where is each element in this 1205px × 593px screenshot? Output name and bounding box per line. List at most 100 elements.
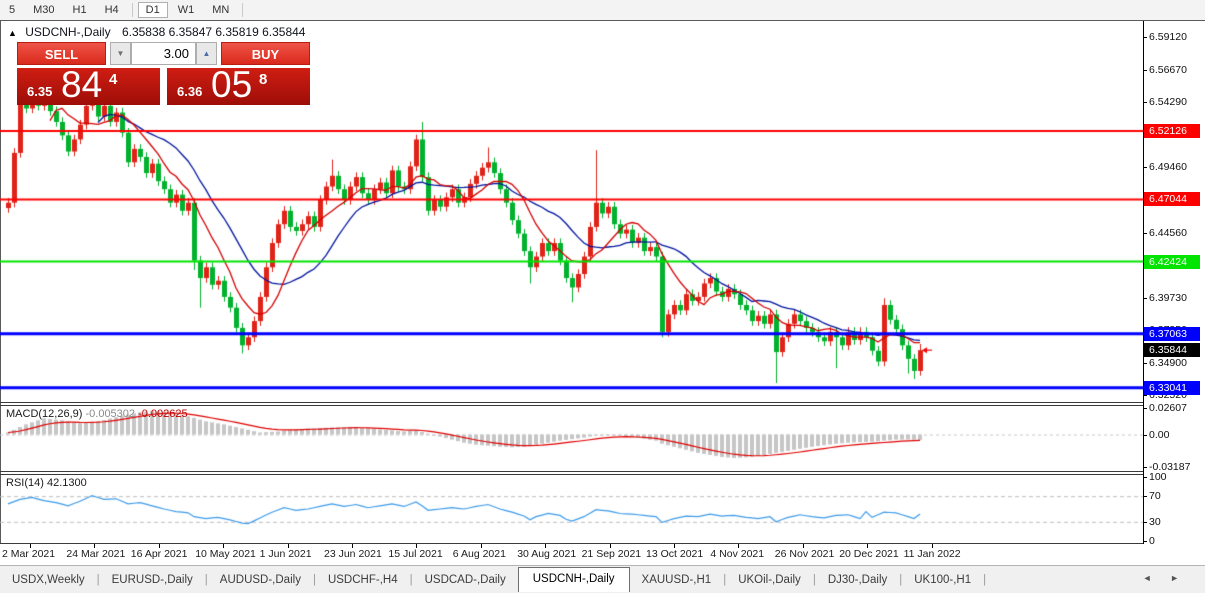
price-tick-mark [1143, 298, 1147, 299]
volume-input[interactable]: 3.00 [131, 42, 196, 65]
price-tick-label: 6.59120 [1149, 31, 1187, 43]
sell-price-pips: 84 [61, 64, 102, 106]
rsi-tick-label: 30 [1149, 516, 1161, 528]
tab-ukoil[interactable]: UKOil-,Daily [726, 569, 813, 591]
timeframe-toolbar: 5M30H1H4 D1W1MN [0, 0, 1205, 21]
date-label: 4 Nov 2021 [710, 548, 764, 560]
panel-separator[interactable] [0, 474, 1143, 475]
timeframe-button-d1[interactable]: D1 [138, 2, 168, 18]
tab-eurusd[interactable]: EURUSD-,Daily [100, 569, 205, 591]
chart-frame-top [0, 20, 1205, 21]
hline-price-tag[interactable]: 6.37063 [1144, 327, 1200, 341]
buy-price-pips: 05 [211, 64, 252, 106]
tab-dj30[interactable]: DJ30-,Daily [816, 569, 899, 591]
panel-separator[interactable] [0, 471, 1143, 472]
macd-tick-mark [1143, 435, 1147, 436]
volume-increase-button[interactable]: ▲ [196, 42, 217, 65]
date-label: 13 Oct 2021 [646, 548, 703, 560]
price-tick-mark [1143, 37, 1147, 38]
price-tick-mark [1143, 395, 1147, 396]
date-tick-mark [674, 544, 675, 548]
buy-button[interactable]: BUY [221, 42, 310, 65]
panel-separator[interactable] [0, 402, 1143, 403]
macd-main-value: -0.005302 [85, 408, 135, 420]
date-tick-mark [738, 544, 739, 548]
volume-spinner: ▼ 3.00 ▲ [110, 42, 217, 65]
tab-usdchf[interactable]: USDCHF-,H4 [316, 569, 410, 591]
macd-tick-mark [1143, 467, 1147, 468]
hline-price-tag[interactable]: 6.47044 [1144, 192, 1200, 206]
timeframe-button-mn[interactable]: MN [204, 2, 237, 18]
hline-price-tag[interactable]: 6.33041 [1144, 381, 1200, 395]
rsi-tick-mark [1143, 477, 1147, 478]
chart-frame-bottom [0, 543, 1143, 544]
macd-tick-label: 0.00 [1149, 429, 1169, 441]
date-tick-mark [416, 544, 417, 548]
price-tick-mark [1143, 102, 1147, 103]
date-label: 6 Aug 2021 [453, 548, 506, 560]
date-label: 15 Jul 2021 [388, 548, 442, 560]
tab-usdx[interactable]: USDX,Weekly [0, 569, 97, 591]
macd-signal-value: -0.002625 [138, 408, 188, 420]
rsi-indicator-canvas[interactable] [0, 475, 1143, 543]
chart-title: ▲ USDCNH-,Daily 6.35838 6.35847 6.35819 … [8, 25, 305, 39]
tab-scroll-arrows[interactable]: ◄ ► [1143, 573, 1187, 583]
sell-price-point: 4 [109, 71, 117, 88]
hline-price-tag[interactable]: 6.52126 [1144, 124, 1200, 138]
hline-price-tag[interactable]: 6.42424 [1144, 255, 1200, 269]
volume-decrease-button[interactable]: ▼ [110, 42, 131, 65]
rsi-tick-label: 0 [1149, 535, 1155, 547]
date-label: 2 Mar 2021 [2, 548, 55, 560]
rsi-label: RSI(14) 42.1300 [6, 477, 87, 489]
ohlc-values: 6.35838 6.35847 6.35819 6.35844 [122, 25, 306, 39]
timeframe-button-h1[interactable]: H1 [65, 2, 95, 18]
current-price-tag: 6.35844 [1144, 343, 1200, 357]
collapse-icon[interactable]: ▲ [8, 28, 17, 38]
rsi-tick-label: 70 [1149, 490, 1161, 502]
toolbar-separator [132, 3, 133, 17]
date-tick-mark [867, 544, 868, 548]
date-tick-mark [803, 544, 804, 548]
price-tick-label: 6.49460 [1149, 161, 1187, 173]
date-label: 26 Nov 2021 [775, 548, 835, 560]
tab-usdcad[interactable]: USDCAD-,Daily [413, 569, 518, 591]
date-tick-mark [481, 544, 482, 548]
buy-price-display[interactable]: 6.36 05 8 [167, 68, 310, 105]
date-label: 30 Aug 2021 [517, 548, 576, 560]
timeframe-button-m30[interactable]: M30 [25, 2, 62, 18]
tab-uk100[interactable]: UK100-,H1 [902, 569, 983, 591]
sell-price-base: 6.35 [27, 84, 52, 99]
timeframe-button-h4[interactable]: H4 [97, 2, 127, 18]
date-label: 11 Jan 2022 [904, 548, 961, 560]
rsi-tick-mark [1143, 522, 1147, 523]
panel-separator[interactable] [0, 405, 1143, 406]
rsi-tick-mark [1143, 541, 1147, 542]
trading-platform-window: 5M30H1H4 D1W1MN ▲ USDCNH-,Daily 6.35838 6… [0, 0, 1205, 593]
date-label: 16 Apr 2021 [131, 548, 188, 560]
date-tick-mark [30, 544, 31, 548]
date-tick-mark [932, 544, 933, 548]
sell-price-display[interactable]: 6.35 84 4 [17, 68, 160, 105]
price-tick-label: 6.54290 [1149, 96, 1187, 108]
price-tick-mark [1143, 363, 1147, 364]
toolbar-separator [242, 3, 243, 17]
rsi-tick-label: 100 [1149, 471, 1167, 483]
tab-usdcnh[interactable]: USDCNH-,Daily [518, 567, 630, 592]
tab-xauusd[interactable]: XAUUSD-,H1 [630, 569, 724, 591]
date-label: 23 Jun 2021 [324, 548, 382, 560]
price-tick-mark [1143, 167, 1147, 168]
date-label: 1 Jun 2021 [260, 548, 312, 560]
timeframe-button-5[interactable]: 5 [1, 2, 23, 18]
date-tick-mark [610, 544, 611, 548]
buy-price-base: 6.36 [177, 84, 202, 99]
date-label: 20 Dec 2021 [839, 548, 899, 560]
date-tick-mark [223, 544, 224, 548]
timeframe-button-w1[interactable]: W1 [170, 2, 203, 18]
price-tick-label: 6.34900 [1149, 357, 1187, 369]
price-tick-label: 6.39730 [1149, 292, 1187, 304]
price-axis-line [1143, 21, 1144, 544]
price-tick-mark [1143, 233, 1147, 234]
price-tick-mark [1143, 70, 1147, 71]
tab-audusd[interactable]: AUDUSD-,Daily [208, 569, 313, 591]
sell-button[interactable]: SELL [17, 42, 106, 65]
